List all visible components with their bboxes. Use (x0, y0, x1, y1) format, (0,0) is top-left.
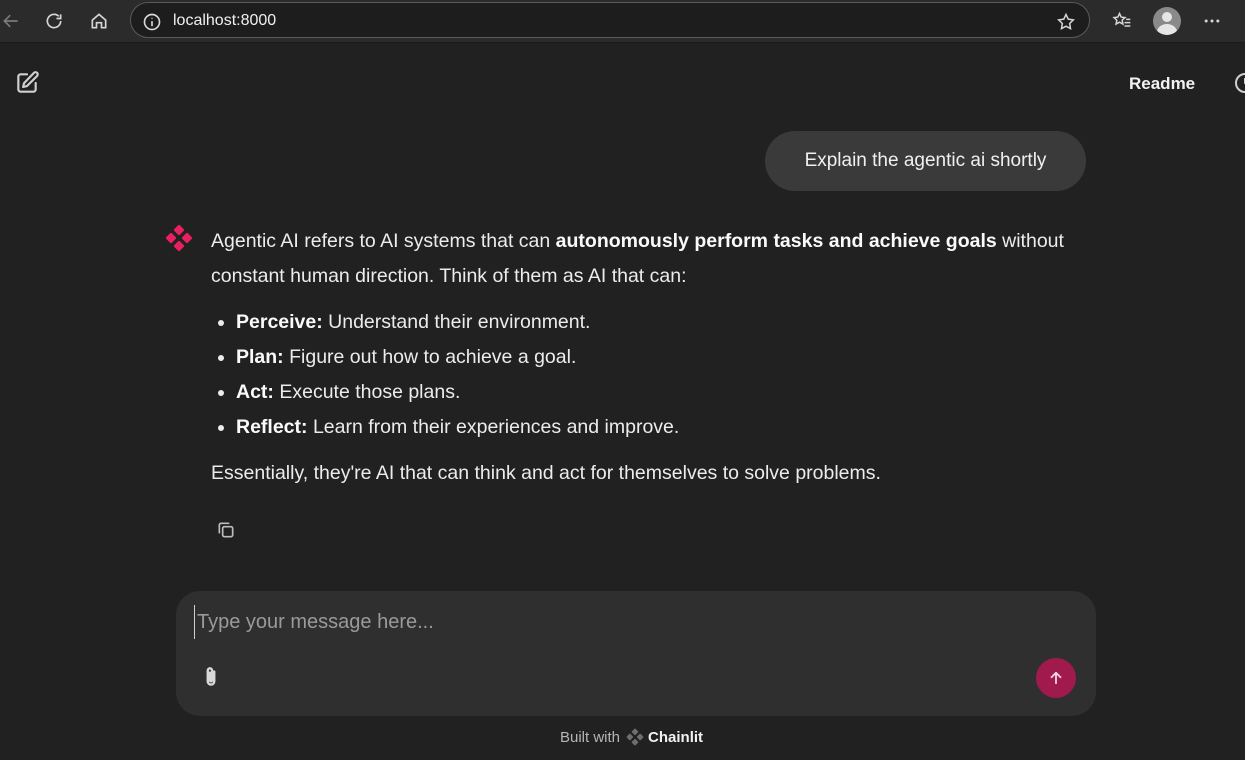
assistant-conclusion: Essentially, they're AI that can think a… (211, 462, 881, 484)
url-text[interactable]: localhost:8000 (173, 12, 276, 30)
list-item: Reflect: Learn from their experiences an… (236, 410, 1091, 445)
assistant-message: Agentic AI refers to AI systems that can… (211, 224, 1091, 491)
readme-button[interactable]: Readme (1129, 74, 1195, 94)
list-item: Act: Execute those plans. (236, 375, 1091, 410)
address-bar[interactable]: localhost:8000 (130, 2, 1090, 38)
new-chat-icon[interactable] (13, 69, 41, 97)
intro-bold-text: autonomously perform tasks and achieve g… (555, 230, 997, 252)
star-icon[interactable] (1053, 9, 1079, 35)
paperclip-icon[interactable] (198, 663, 224, 693)
favorites-icon[interactable] (1109, 8, 1135, 34)
copy-icon[interactable] (213, 517, 239, 543)
browser-toolbar: localhost:8000 (0, 0, 1245, 43)
built-with-label: Built with (560, 728, 621, 746)
user-message: Explain the agentic ai shortly (765, 131, 1086, 191)
built-with-footer[interactable]: Built with Chainlit (560, 727, 703, 747)
info-icon[interactable] (139, 9, 165, 35)
message-input[interactable] (194, 605, 1059, 639)
profile-icon[interactable] (1153, 7, 1181, 35)
message-composer (176, 591, 1096, 716)
history-icon[interactable] (1232, 70, 1245, 96)
more-icon[interactable] (1199, 8, 1225, 34)
chainlit-logo-icon (626, 728, 644, 746)
reload-icon[interactable] (41, 8, 67, 34)
assistant-logo-icon (165, 224, 193, 252)
user-message-text: Explain the agentic ai shortly (804, 150, 1047, 171)
list-item: Plan: Figure out how to achieve a goal. (236, 340, 1091, 375)
assistant-intro: Agentic AI refers to AI systems that can… (211, 230, 1064, 287)
arrow-up-icon (1050, 671, 1062, 685)
chainlit-brand: Chainlit (648, 728, 704, 746)
capability-list: Perceive: Understand their environment. … (211, 305, 1091, 445)
back-icon[interactable] (0, 8, 24, 34)
send-button[interactable] (1036, 658, 1076, 698)
home-icon[interactable] (86, 8, 112, 34)
list-item: Perceive: Understand their environment. (236, 305, 1091, 340)
